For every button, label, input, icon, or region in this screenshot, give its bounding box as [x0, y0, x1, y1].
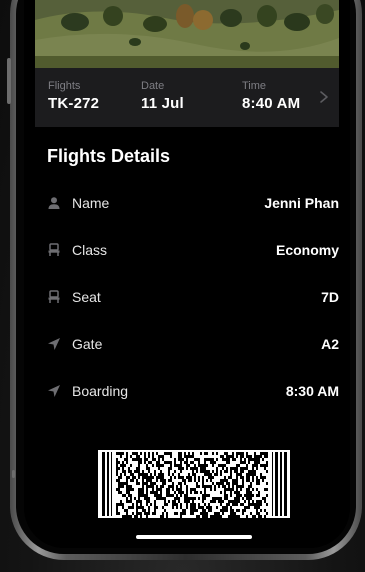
detail-value: A2 [321, 336, 339, 352]
phone-screen: Flights TK-272 Date 11 Jul Time 8:40 AM … [24, 0, 350, 548]
home-indicator[interactable] [136, 535, 252, 539]
detail-label: Boarding [72, 383, 129, 399]
flight-summary-bar[interactable]: Flights TK-272 Date 11 Jul Time 8:40 AM [35, 68, 339, 127]
date-value: 11 Jul [141, 95, 184, 112]
time-label: Time [242, 80, 267, 92]
landscape-image [35, 0, 339, 68]
side-button [7, 58, 11, 104]
navigation-arrow-icon [48, 338, 60, 350]
seat-icon [48, 243, 60, 256]
person-icon [48, 197, 60, 209]
side-button-small [12, 470, 15, 478]
seat-icon [48, 290, 60, 303]
flights-value: TK-272 [48, 95, 100, 112]
date-field: Date 11 Jul [141, 80, 184, 113]
detail-label: Class [72, 242, 108, 258]
detail-value: Economy [275, 242, 339, 258]
detail-label: Name [72, 195, 110, 211]
detail-value: 7D [321, 289, 339, 305]
flights-label: Flights [48, 80, 81, 92]
destination-photo [35, 0, 339, 68]
time-field: Time 8:40 AM [242, 80, 300, 113]
detail-row-gate: Gate A2 [47, 333, 339, 357]
time-value: 8:40 AM [242, 95, 301, 112]
boarding-pass-barcode [98, 450, 290, 518]
detail-label: Seat [72, 289, 101, 305]
detail-value: Jenni Phan [264, 195, 339, 211]
flight-number-field: Flights TK-272 [48, 80, 99, 113]
detail-row-name: Name Jenni Phan [47, 192, 339, 216]
date-label: Date [141, 80, 165, 92]
section-title: Flights Details [47, 146, 171, 166]
chevron-right-icon[interactable] [318, 90, 330, 104]
navigation-arrow-icon [48, 385, 60, 397]
detail-row-boarding: Boarding 8:30 AM [47, 380, 339, 404]
detail-row-seat: Seat 7D [47, 286, 339, 310]
detail-label: Gate [72, 336, 103, 352]
barcode-pattern [102, 452, 287, 518]
detail-row-class: Class Economy [47, 239, 339, 263]
detail-value: 8:30 AM [285, 383, 339, 399]
